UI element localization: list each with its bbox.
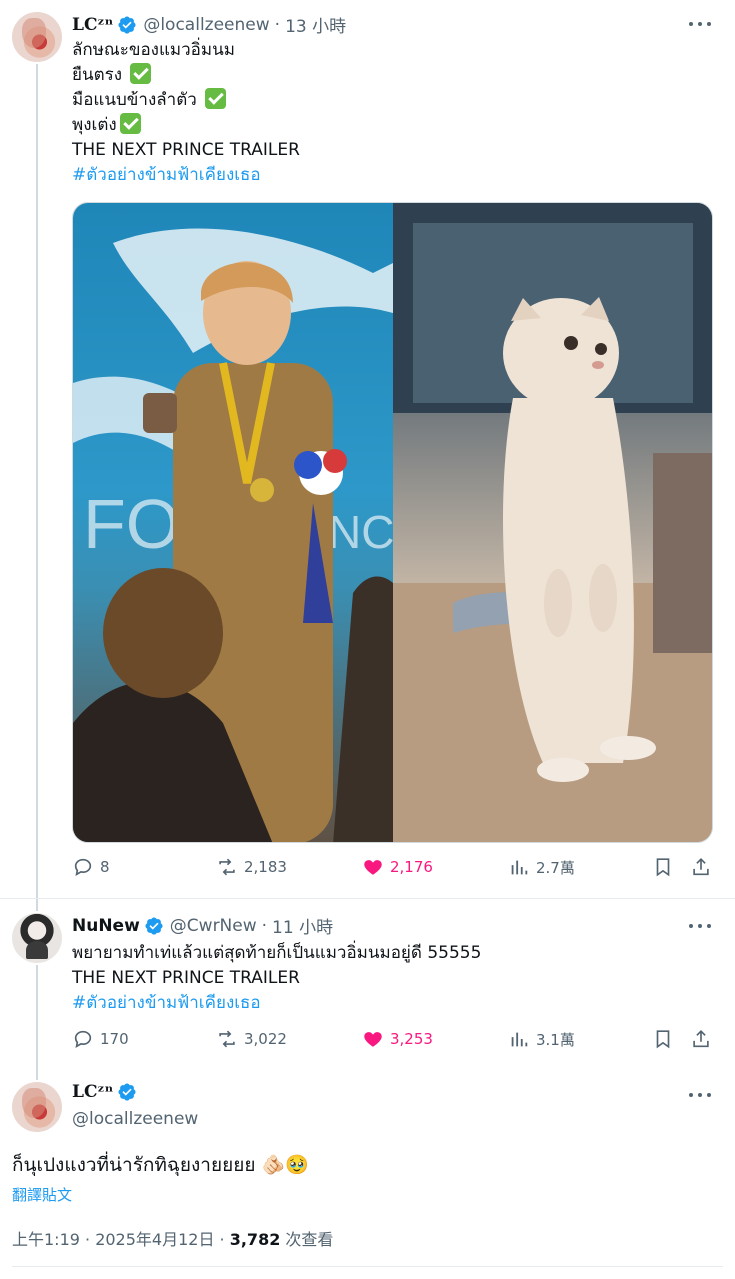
text-line: THE NEXT PRINCE TRAILER	[72, 140, 300, 160]
repost-count: 3,022	[244, 1030, 287, 1048]
separator-dot: ·	[274, 14, 281, 35]
verified-icon	[118, 15, 136, 34]
bookmark-icon	[656, 858, 670, 877]
tweet-header: LCᶻⁿ @locallzeenew · 13 小時	[72, 12, 346, 38]
heart-icon	[364, 860, 382, 875]
svg-text:FO: FO	[83, 485, 180, 563]
check-mark-icon	[119, 113, 141, 134]
views-icon	[511, 860, 528, 875]
view-count: 3,782	[229, 1230, 281, 1249]
repost-count: 2,183	[244, 858, 287, 876]
handle[interactable]: @locallzeenew	[72, 1109, 198, 1129]
timestamp[interactable]: 11 小時	[272, 913, 333, 938]
views-count: 3.1萬	[536, 1030, 575, 1049]
text-line: ยืนตรง	[72, 65, 123, 85]
reply-count: 8	[100, 858, 110, 876]
tweet-original[interactable]: LCᶻⁿ @locallzeenew · 13 小時 ลักษณะของแมวอ…	[0, 0, 735, 898]
repost-icon	[219, 858, 235, 876]
action-bar: 8 2,183 2,176 2.7萬	[72, 856, 713, 886]
reply-icon	[74, 1030, 92, 1048]
person-photo-illustration: FO NC	[73, 228, 393, 842]
avatar[interactable]	[12, 12, 62, 62]
tweet-focal: LCᶻⁿ @locallzeenew ก็นุเปงแงวที่น่ารักทิ…	[0, 1068, 735, 1279]
repost-button[interactable]: 2,183	[216, 856, 287, 878]
views-count: 2.7萬	[536, 858, 575, 877]
like-count: 2,176	[390, 858, 433, 876]
divider	[12, 1266, 723, 1267]
reply-icon	[74, 858, 92, 876]
more-icon[interactable]	[689, 21, 711, 27]
tweet-header: LCᶻⁿ	[72, 1082, 137, 1102]
tweet-handle-row: @locallzeenew	[72, 1109, 198, 1129]
avatar[interactable]	[12, 913, 62, 963]
display-name[interactable]: NuNew	[72, 916, 140, 936]
cat-photo-illustration	[393, 203, 712, 842]
bookmark-button[interactable]	[652, 1028, 680, 1050]
media-photo-cat	[393, 203, 712, 842]
tweet-text: ก็นุเปงแงวที่น่ารักทิฉุยงายยยย 🫵🏻🥹	[12, 1154, 309, 1176]
views-button[interactable]: 2.7萬	[508, 856, 575, 878]
repost-icon	[219, 1030, 235, 1048]
tweet-text: พยายามทำเท่แล้วแต่สุดท้ายก็เป็นแมวอิ่มนม…	[72, 941, 481, 1016]
like-button[interactable]: 3,253	[362, 1028, 433, 1050]
tweet-media[interactable]: FO NC	[72, 202, 713, 843]
more-icon[interactable]	[689, 1092, 711, 1098]
share-button[interactable]	[690, 1028, 718, 1050]
media-photo-person: FO NC	[73, 203, 393, 842]
text-line: THE NEXT PRINCE TRAILER	[72, 968, 300, 988]
reply-button[interactable]: 170	[72, 1028, 129, 1050]
bookmark-button[interactable]	[652, 856, 680, 878]
reply-button[interactable]: 8	[72, 856, 110, 878]
thread-connector	[36, 64, 38, 898]
action-bar: 170 3,022 3,253 3.1萬	[72, 1028, 713, 1058]
check-mark-icon	[205, 88, 227, 109]
views-button[interactable]: 3.1萬	[508, 1028, 575, 1050]
verified-icon	[145, 916, 163, 935]
share-icon	[693, 1030, 709, 1048]
text-line: พุงเต่ง	[72, 115, 117, 135]
text-line: ลักษณะของแมวอิ่มนม	[72, 40, 235, 60]
heart-icon	[364, 1032, 382, 1047]
text-line: มือแนบข้างลำตัว	[72, 90, 197, 110]
tweet-header: NuNew @CwrNew · 11 小時	[72, 913, 333, 939]
more-icon[interactable]	[689, 923, 711, 929]
views-icon	[511, 1032, 528, 1047]
verified-icon	[118, 1083, 136, 1101]
tweet-reply[interactable]: NuNew @CwrNew · 11 小時 พยายามทำเท่แล้วแต่…	[0, 898, 735, 1069]
share-button[interactable]	[690, 856, 718, 878]
separator-dot: ·	[261, 915, 268, 936]
handle[interactable]: @CwrNew	[170, 916, 257, 936]
thread-connector	[36, 899, 38, 911]
translate-post-link[interactable]: 翻譯貼文	[12, 1184, 72, 1205]
tweet-text: ลักษณะของแมวอิ่มนม ยืนตรง มือแนบข้างลำตั…	[72, 38, 300, 188]
share-icon	[693, 858, 709, 876]
post-datetime[interactable]: 上午1:19 · 2025年4月12日 ·	[12, 1230, 230, 1249]
thread-connector	[36, 965, 38, 1069]
like-count: 3,253	[390, 1030, 433, 1048]
display-name[interactable]: LCᶻⁿ	[72, 15, 113, 35]
like-button[interactable]: 2,176	[362, 856, 433, 878]
bookmark-icon	[656, 1030, 670, 1049]
timestamp[interactable]: 13 小時	[285, 12, 346, 37]
view-count-label: 次查看	[280, 1230, 334, 1249]
text-line: พยายามทำเท่แล้วแต่สุดท้ายก็เป็นแมวอิ่มนม…	[72, 943, 482, 963]
handle[interactable]: @locallzeenew	[143, 15, 269, 35]
avatar[interactable]	[12, 1082, 62, 1132]
reply-count: 170	[100, 1030, 129, 1048]
svg-text:NC: NC	[328, 506, 393, 558]
hashtag-link[interactable]: #ตัวอย่างข้ามฟ้าเคียงเธอ	[72, 991, 481, 1016]
post-meta: 上午1:19 · 2025年4月12日 · 3,782 次查看	[12, 1226, 333, 1250]
hashtag-link[interactable]: #ตัวอย่างข้ามฟ้าเคียงเธอ	[72, 163, 300, 188]
repost-button[interactable]: 3,022	[216, 1028, 287, 1050]
display-name[interactable]: LCᶻⁿ	[72, 1082, 113, 1102]
check-mark-icon	[130, 63, 152, 84]
thread-connector	[36, 1068, 38, 1080]
